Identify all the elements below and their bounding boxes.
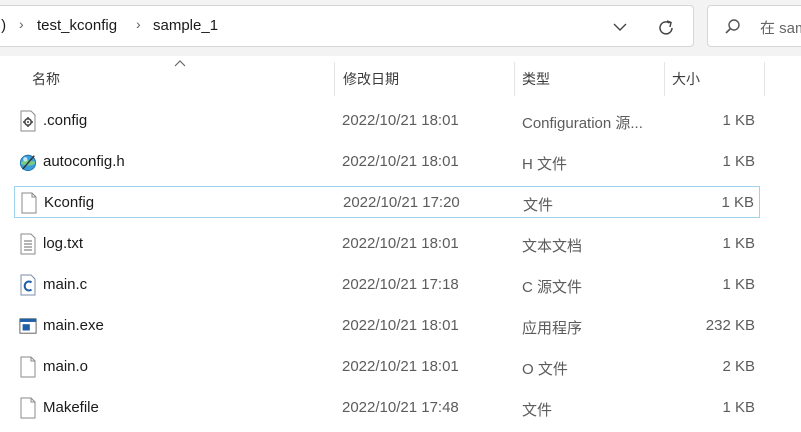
toolbar: :) › test_kconfig › sample_1 在 sam [0,0,801,56]
file-name: .config [43,112,88,129]
column-name[interactable]: 名称 [32,62,60,96]
file-date: 2022/10/21 18:01 [342,317,459,334]
file-type: Configuration 源... [522,115,643,132]
file-size: 1 KB [721,194,754,211]
header-file-icon [19,154,37,171]
file-row[interactable]: main.o 2022/10/21 18:01 O 文件 2 KB [14,351,760,383]
column-divider[interactable] [514,62,515,96]
file-date: 2022/10/21 18:01 [342,153,459,170]
file-row[interactable]: main.c 2022/10/21 17:18 C 源文件 1 KB [14,269,760,301]
blank-file-icon [20,397,36,419]
file-date: 2022/10/21 17:18 [342,276,459,293]
file-name: log.txt [43,235,84,252]
file-size: 1 KB [722,153,755,170]
file-row[interactable]: Makefile 2022/10/21 17:48 文件 1 KB [14,392,760,424]
file-size: 1 KB [722,112,755,129]
file-name: main.c [43,276,88,293]
file-type: 文本文档 [522,238,583,255]
file-type: 文件 [523,197,554,214]
file-date: 2022/10/21 18:01 [342,112,459,129]
file-type: 文件 [522,402,553,419]
search-icon [725,19,740,34]
file-name: autoconfig.h [43,153,125,170]
file-name: Makefile [43,399,99,416]
file-type: H 文件 [522,156,568,173]
blank-file-icon [21,192,37,214]
file-type: 应用程序 [522,320,583,337]
column-size[interactable]: 大小 [672,62,700,96]
chevron-right-icon[interactable]: › [19,16,24,32]
file-row[interactable]: main.exe 2022/10/21 18:01 应用程序 232 KB [14,310,760,342]
breadcrumb-sample-1[interactable]: sample_1 [153,17,218,34]
breadcrumb-drive[interactable]: :) [0,17,6,34]
file-size: 2 KB [722,358,755,375]
file-size: 232 KB [705,317,755,334]
search-box[interactable]: 在 sam [707,5,801,47]
exe-file-icon [19,318,37,334]
column-date[interactable]: 修改日期 [343,62,399,96]
column-divider[interactable] [334,62,335,96]
file-date: 2022/10/21 17:48 [342,399,459,416]
file-date: 2022/10/21 18:01 [342,235,459,252]
file-type: O 文件 [522,361,568,378]
file-row-selected[interactable]: Kconfig 2022/10/21 17:20 文件 1 KB [14,186,760,218]
file-date: 2022/10/21 18:01 [342,358,459,375]
column-divider[interactable] [764,62,765,96]
blank-file-icon [20,356,36,378]
file-row[interactable]: autoconfig.h 2022/10/21 18:01 H 文件 1 KB [14,146,760,178]
file-name: Kconfig [44,194,95,211]
file-name: main.o [43,358,89,375]
chevron-down-icon[interactable] [611,20,629,34]
column-type[interactable]: 类型 [522,62,550,96]
c-source-icon [20,274,36,296]
column-header: 名称 修改日期 类型 大小 [0,60,801,96]
search-placeholder: 在 sam [760,20,801,37]
file-size: 1 KB [722,235,755,252]
sort-up-icon [174,60,186,67]
file-size: 1 KB [722,276,755,293]
refresh-icon[interactable] [655,17,677,39]
file-name: main.exe [43,317,104,334]
chevron-right-icon[interactable]: › [136,16,141,32]
file-row[interactable]: log.txt 2022/10/21 18:01 文本文档 1 KB [14,228,760,260]
breadcrumb-test-kconfig[interactable]: test_kconfig [37,17,117,34]
file-size: 1 KB [722,399,755,416]
column-divider[interactable] [664,62,665,96]
gear-file-icon [20,110,36,132]
text-file-icon [20,233,36,255]
file-date: 2022/10/21 17:20 [343,194,460,211]
file-type: C 源文件 [522,279,583,296]
file-row[interactable]: .config 2022/10/21 18:01 Configuration 源… [14,105,760,137]
address-bar[interactable]: :) › test_kconfig › sample_1 [0,5,694,47]
